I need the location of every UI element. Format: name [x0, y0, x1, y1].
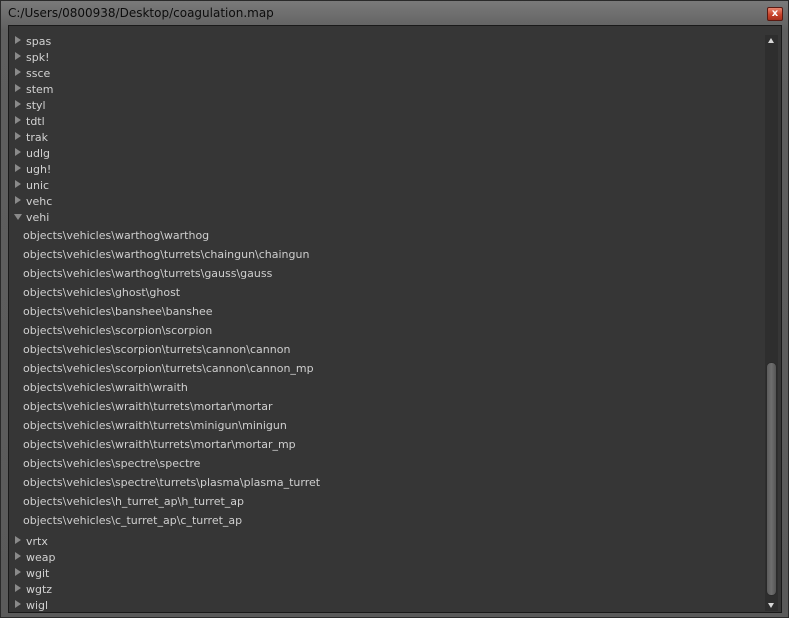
app-window: C:/Users/0800938/Desktop/coagulation.map… — [0, 0, 789, 618]
tree-node-label: spas — [26, 35, 52, 48]
tree-node-label: wigl — [26, 599, 49, 612]
tree-node-label: tdtl — [26, 115, 45, 128]
tree-child-item[interactable]: objects\vehicles\warthog\turrets\gauss\g… — [23, 265, 272, 283]
tree-node-label: trak — [26, 131, 48, 144]
triangle-right-icon[interactable] — [15, 552, 21, 560]
tree-child-item[interactable]: objects\vehicles\h_turret_ap\h_turret_ap — [23, 493, 244, 511]
tree-node-label: spk! — [26, 51, 50, 64]
tree-child-item[interactable]: objects\vehicles\c_turret_ap\c_turret_ap — [23, 512, 242, 530]
tree-node-label: stem — [26, 83, 54, 96]
tree-node-label: vehi — [26, 211, 50, 224]
close-icon: x — [771, 8, 779, 19]
tree-node-label: unic — [26, 179, 50, 192]
tree-child-item[interactable]: objects\vehicles\scorpion\scorpion — [23, 322, 212, 340]
tree-node-label: styl — [26, 99, 46, 112]
tree-child-item[interactable]: objects\vehicles\ghost\ghost — [23, 284, 180, 302]
tree-node-label: udlg — [26, 147, 50, 160]
title-bar[interactable]: C:/Users/0800938/Desktop/coagulation.map… — [1, 1, 788, 25]
tree-child-item[interactable]: objects\vehicles\warthog\turrets\chaingu… — [23, 246, 309, 264]
tree-child-item[interactable]: objects\vehicles\wraith\turrets\mortar\m… — [23, 436, 296, 454]
tree-child-item[interactable]: objects\vehicles\banshee\banshee — [23, 303, 213, 321]
triangle-right-icon[interactable] — [15, 584, 21, 592]
tree-node-label: wgtz — [26, 583, 53, 596]
triangle-right-icon[interactable] — [15, 68, 21, 76]
vertical-scrollbar[interactable] — [765, 35, 778, 611]
triangle-right-icon[interactable] — [15, 36, 21, 44]
triangle-right-icon[interactable] — [15, 600, 21, 608]
triangle-right-icon[interactable] — [15, 180, 21, 188]
tree-child-item[interactable]: objects\vehicles\wraith\turrets\minigun\… — [23, 417, 287, 435]
triangle-right-icon[interactable] — [15, 84, 21, 92]
tree-child-item[interactable]: objects\vehicles\wraith\wraith — [23, 379, 188, 397]
tag-tree: spas spk! ssce stem styl tdtl trak udlg ugh! unic… — [9, 26, 764, 612]
tree-node-label: weap — [26, 551, 56, 564]
tree-node-label: vehc — [26, 195, 53, 208]
triangle-right-icon[interactable] — [15, 52, 21, 60]
tree-child-item[interactable]: objects\vehicles\scorpion\turrets\cannon… — [23, 341, 290, 359]
triangle-right-icon[interactable] — [15, 164, 21, 172]
tag-tree-panel: spas spk! ssce stem styl tdtl trak udlg ugh! unic… — [8, 25, 782, 613]
close-button[interactable]: x — [767, 7, 783, 21]
triangle-right-icon[interactable] — [15, 196, 21, 204]
scrollbar-thumb[interactable] — [766, 362, 777, 596]
triangle-down-icon[interactable] — [14, 214, 22, 220]
triangle-right-icon[interactable] — [15, 568, 21, 576]
triangle-right-icon[interactable] — [15, 536, 21, 544]
scroll-down-icon[interactable] — [765, 600, 778, 611]
tree-child-item[interactable]: objects\vehicles\spectre\turrets\plasma\… — [23, 474, 320, 492]
triangle-right-icon[interactable] — [15, 132, 21, 140]
tree-child-item[interactable]: objects\vehicles\warthog\warthog — [23, 227, 209, 245]
tree-child-item[interactable]: objects\vehicles\spectre\spectre — [23, 455, 200, 473]
tree-node-label: ugh! — [26, 163, 52, 176]
tree-child-item[interactable]: objects\vehicles\scorpion\turrets\cannon… — [23, 360, 314, 378]
window-title: C:/Users/0800938/Desktop/coagulation.map — [8, 6, 274, 20]
triangle-right-icon[interactable] — [15, 100, 21, 108]
scroll-up-icon[interactable] — [765, 35, 778, 46]
tree-node-label: ssce — [26, 67, 51, 80]
tree-child-item[interactable]: objects\vehicles\wraith\turrets\mortar\m… — [23, 398, 272, 416]
tree-node-label: wgit — [26, 567, 50, 580]
triangle-right-icon[interactable] — [15, 116, 21, 124]
triangle-right-icon[interactable] — [15, 148, 21, 156]
tree-node-label: vrtx — [26, 535, 48, 548]
